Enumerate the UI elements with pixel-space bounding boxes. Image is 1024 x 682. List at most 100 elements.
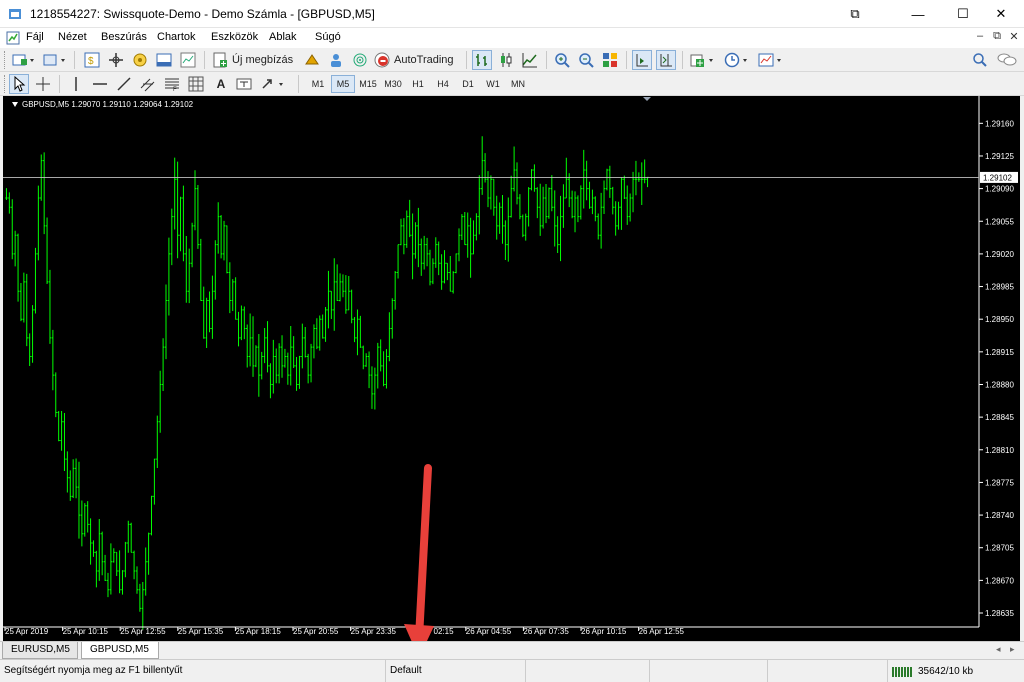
- timeframe-d1[interactable]: D1: [456, 75, 480, 93]
- price-bar: [161, 338, 165, 392]
- price-bar: [286, 352, 290, 385]
- autotrading-button[interactable]: AutoTrading: [374, 50, 464, 70]
- menu-file[interactable]: Fájl: [26, 31, 44, 43]
- experts-button[interactable]: [302, 50, 322, 70]
- price-bar: [158, 370, 162, 433]
- price-chart[interactable]: 1.29160 1.29125 1.29090 1.29055 1.29020 1.289…: [3, 96, 1020, 641]
- community-button[interactable]: [326, 50, 346, 70]
- text-label-icon: [236, 78, 252, 90]
- market-watch-button[interactable]: $: [82, 50, 102, 70]
- bar-chart-button[interactable]: [472, 50, 492, 70]
- timeframe-m15[interactable]: M15: [356, 75, 380, 93]
- candlestick-button[interactable]: [496, 50, 516, 70]
- terminal-button[interactable]: [154, 50, 174, 70]
- price-bar: [31, 305, 34, 363]
- price-bar: [617, 201, 620, 230]
- tab-gbpusd[interactable]: GBPUSD,M5: [81, 642, 159, 659]
- menu-tools[interactable]: Eszközök: [211, 31, 258, 43]
- chat-button[interactable]: [996, 50, 1018, 70]
- autoscroll-button[interactable]: [632, 50, 652, 70]
- signal-icon: [353, 53, 367, 67]
- mdi-close-button[interactable]: ✕: [1006, 30, 1022, 46]
- text-tool[interactable]: A: [212, 74, 230, 94]
- text-tool-label: A: [216, 77, 226, 91]
- minimize-button[interactable]: —: [895, 0, 941, 28]
- gann-tool[interactable]: [186, 74, 206, 94]
- line-chart-button[interactable]: [520, 50, 540, 70]
- price-bar: [333, 258, 336, 331]
- tile-windows-button[interactable]: [600, 50, 620, 70]
- price-bar: [80, 500, 84, 547]
- templates-button[interactable]: [756, 50, 786, 70]
- menu-charts[interactable]: Chartok: [157, 31, 196, 43]
- collapse-triangle-icon[interactable]: [12, 102, 18, 108]
- price-bar: [553, 190, 556, 247]
- timeframe-m5[interactable]: M5: [331, 75, 355, 93]
- price-bar: [48, 269, 52, 344]
- timeframe-mn[interactable]: MN: [506, 75, 530, 93]
- new-chart-button[interactable]: [9, 50, 37, 70]
- horizontal-line-tool[interactable]: [90, 74, 110, 94]
- timeframe-h4[interactable]: H4: [431, 75, 455, 93]
- periods-button[interactable]: [722, 50, 752, 70]
- mdi-minimize-button[interactable]: –: [972, 30, 988, 46]
- profiles-button[interactable]: [40, 50, 68, 70]
- menu-insert[interactable]: Beszúrás: [101, 31, 147, 43]
- menu-window[interactable]: Ablak: [269, 31, 297, 43]
- price-bar: [228, 262, 232, 314]
- price-bar: [498, 202, 501, 234]
- arrows-tool[interactable]: [258, 74, 292, 94]
- restore-child-icon[interactable]: ⧉: [832, 0, 878, 28]
- timeframe-m1[interactable]: M1: [306, 75, 330, 93]
- chart-window-icon[interactable]: [6, 31, 20, 45]
- price-bar: [576, 195, 580, 223]
- data-window-button[interactable]: [106, 50, 126, 70]
- signals-button[interactable]: [350, 50, 370, 70]
- search-button[interactable]: [970, 50, 990, 70]
- price-bar: [8, 192, 11, 214]
- zoom-out-button[interactable]: [576, 50, 596, 70]
- toolbar-grip[interactable]: [4, 75, 7, 93]
- fibonacci-tool[interactable]: F: [162, 74, 182, 94]
- status-connection[interactable]: 35642/10 kb: [888, 660, 1024, 682]
- price-bar: [312, 324, 316, 359]
- price-bar: [382, 351, 385, 387]
- price-bar: [405, 210, 408, 248]
- tab-scroll-left-icon[interactable]: ◂: [996, 644, 1001, 655]
- mdi-restore-button[interactable]: ⧉: [989, 30, 1005, 46]
- trendline-tool[interactable]: [114, 74, 134, 94]
- chart-shift-button[interactable]: [656, 50, 676, 70]
- price-bar: [634, 160, 638, 196]
- price-bar: [257, 334, 261, 397]
- price-bar: [396, 244, 400, 279]
- tab-scroll-right-icon[interactable]: ▸: [1010, 644, 1015, 655]
- price-tick-label: 1.28775: [985, 478, 1014, 487]
- vertical-line-tool[interactable]: [66, 74, 86, 94]
- status-help: Segítségért nyomja meg az F1 billentyűt: [0, 660, 386, 682]
- price-bar: [86, 501, 89, 533]
- price-tick-label: 1.29055: [985, 217, 1014, 226]
- timeframe-h1[interactable]: H1: [406, 75, 430, 93]
- cursor-tool[interactable]: [9, 74, 29, 94]
- tab-eurusd[interactable]: EURUSD,M5: [2, 642, 78, 659]
- crosshair-tool[interactable]: [33, 74, 53, 94]
- new-order-button[interactable]: Új megbízás: [212, 50, 302, 70]
- menu-view[interactable]: Nézet: [58, 31, 87, 43]
- text-label-tool[interactable]: [234, 74, 254, 94]
- zoom-in-button[interactable]: [552, 50, 572, 70]
- navigator-button[interactable]: [130, 50, 150, 70]
- timeframe-w1[interactable]: W1: [481, 75, 505, 93]
- indicators-button[interactable]: [688, 50, 718, 70]
- app-icon: [9, 9, 21, 19]
- close-button[interactable]: ✕: [978, 0, 1024, 28]
- price-bar: [547, 187, 551, 219]
- equidistant-channel-tool[interactable]: [138, 74, 158, 94]
- price-bar: [196, 185, 200, 249]
- timeframe-m30[interactable]: M30: [381, 75, 405, 93]
- price-bar: [466, 212, 469, 258]
- price-bar: [260, 351, 263, 380]
- strategy-tester-button[interactable]: [178, 50, 198, 70]
- price-bar: [164, 284, 168, 360]
- toolbar-grip[interactable]: [4, 51, 7, 69]
- menu-help[interactable]: Súgó: [315, 31, 341, 43]
